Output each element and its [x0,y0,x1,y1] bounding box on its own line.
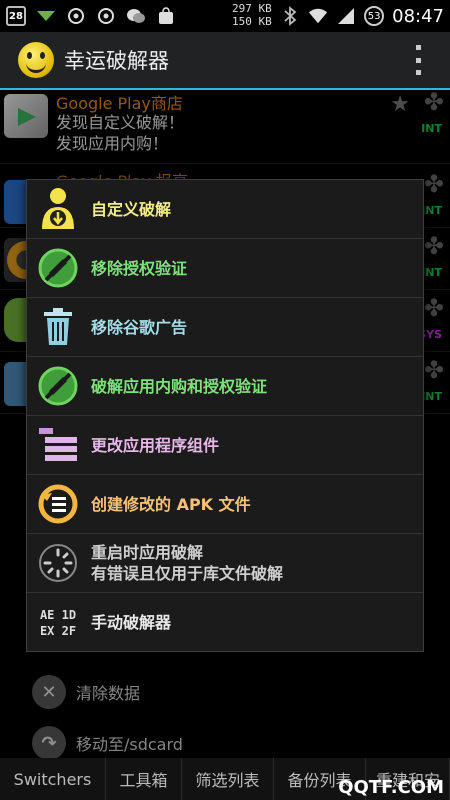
menu-item-label: 自定义破解 [91,199,172,219]
calendar-icon: 28 [6,6,26,26]
tab-filter-list[interactable]: 筛选列表 [182,758,274,800]
menu-item-remove-license[interactable]: 移除授权验证 [27,239,423,298]
menu-item-create-apk[interactable]: 创建修改的 APK 文件 [27,475,423,534]
battery-indicator: 53 [364,6,385,26]
create-apk-icon [35,481,81,527]
hex-code-icon: AE 1D EX 2F [39,607,77,638]
cl-app-icon [66,6,86,26]
custom-patch-icon [35,186,81,232]
clock: 08:47 [392,5,444,27]
wechat-icon [126,6,146,26]
no-license-icon [35,245,81,291]
action-bar: 幸运破解器 [0,32,450,90]
context-menu: 自定义破解 移除授权验证 移除谷歌广告 破解应用内购和授权验证 更改应用程序组件… [26,179,424,652]
menu-item-label: 破解应用内购和授权验证 [91,376,268,396]
menu-item-remove-ads[interactable]: 移除谷歌广告 [27,298,423,357]
wifi-icon [308,6,328,26]
status-bar: 28 297 KB 150 KB 53 08:47 [0,0,450,32]
overflow-menu-icon[interactable] [416,45,422,75]
tab-toolbox[interactable]: 工具箱 [106,758,182,800]
menu-item-manual-patcher[interactable]: AE 1D EX 2F 手动破解器 [27,593,423,652]
signal-arrow-icon [36,6,56,26]
watermark: QQTF.COM [338,777,444,798]
trash-icon [35,304,81,350]
smiley-app-icon[interactable] [18,42,54,78]
app-title: 幸运破解器 [64,49,169,73]
bluetooth-icon [280,6,300,26]
menu-item-label: 创建修改的 APK 文件 [91,494,251,514]
menu-item-apply-on-reboot[interactable]: 重启时应用破解 有错误且仅用于库文件破解 [27,534,423,593]
cell-signal-icon [336,6,356,26]
menu-item-label: 移除授权验证 [91,258,188,278]
components-list-icon [35,422,81,468]
menu-item-label: 重启时应用破解 有错误且仅用于库文件破解 [91,543,284,583]
no-license-icon [35,363,81,409]
store-bag-icon [156,6,176,26]
menu-item-label: 更改应用程序组件 [91,435,220,455]
cl-app-icon [96,6,116,26]
menu-item-inapp-and-license[interactable]: 破解应用内购和授权验证 [27,357,423,416]
menu-item-change-components[interactable]: 更改应用程序组件 [27,416,423,475]
menu-item-custom-patch[interactable]: 自定义破解 [27,180,423,239]
menu-item-label: 移除谷歌广告 [91,317,188,337]
loading-spinner-icon [35,540,81,586]
menu-item-label: 手动破解器 [91,613,172,632]
network-speed: 297 KB 150 KB [232,2,272,28]
tab-switchers[interactable]: Switchers [0,758,106,800]
